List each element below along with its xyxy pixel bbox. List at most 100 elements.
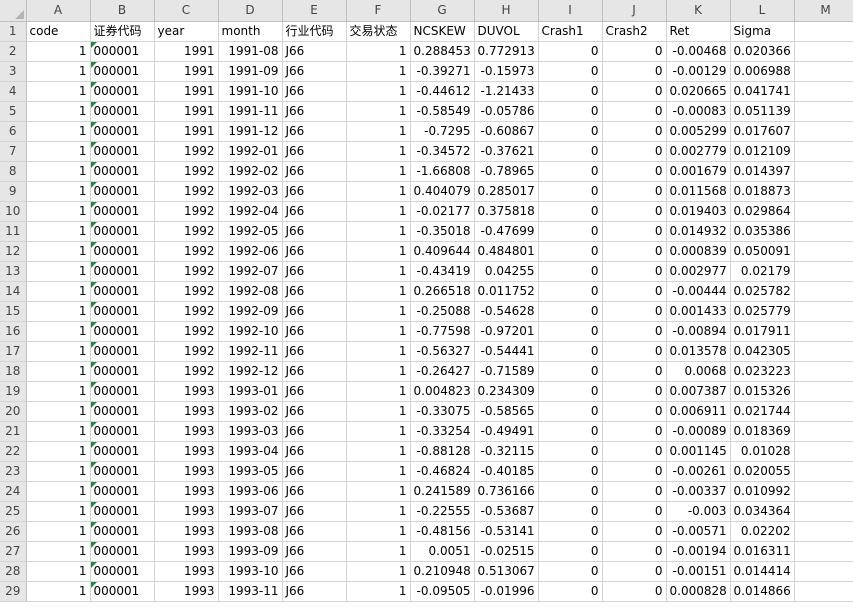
row-header[interactable]: 16 [0,321,27,342]
cell-trade-status[interactable]: 1 [346,61,411,82]
cell-sigma[interactable]: 0.02179 [730,261,795,282]
cell-sigma[interactable]: 0.012109 [730,141,795,162]
cell-duvol[interactable]: 0.772913 [474,41,539,62]
cell-ret[interactable]: -0.00444 [666,281,731,302]
cell-ncskew[interactable]: -0.39271 [410,61,475,82]
column-header-m[interactable]: M [794,0,853,22]
cell-ret[interactable]: -0.00261 [666,461,731,482]
cell-industry-code[interactable]: J66 [282,541,347,562]
cell-industry-code[interactable]: J66 [282,61,347,82]
cell-month[interactable]: 1993-09 [218,541,283,562]
cell-empty[interactable] [794,81,853,102]
cell-industry-code[interactable]: J66 [282,581,347,602]
cell-ncskew[interactable]: 0.241589 [410,481,475,502]
column-header-h[interactable]: H [474,0,539,22]
cell-code[interactable]: 1 [26,161,91,182]
cell-year[interactable]: 1991 [154,81,219,102]
cell-trade-status[interactable]: 1 [346,421,411,442]
cell-year[interactable]: 1992 [154,141,219,162]
cell-crash2[interactable]: 0 [602,461,667,482]
cell-crash2[interactable]: 0 [602,421,667,442]
cell-ncskew[interactable]: 0.0051 [410,541,475,562]
column-header-g[interactable]: G [410,0,475,22]
header-cell-month[interactable]: month [218,21,283,42]
column-header-b[interactable]: B [90,0,155,22]
cell-crash2[interactable]: 0 [602,261,667,282]
header-cell-crash1[interactable]: Crash1 [538,21,603,42]
cell-ncskew[interactable]: 0.210948 [410,561,475,582]
cell-security-code[interactable]: 000001 [90,461,155,482]
cell-trade-status[interactable]: 1 [346,521,411,542]
cell-sigma[interactable]: 0.023223 [730,361,795,382]
cell-year[interactable]: 1991 [154,41,219,62]
cell-trade-status[interactable]: 1 [346,221,411,242]
cell-month[interactable]: 1993-08 [218,521,283,542]
cell-crash1[interactable]: 0 [538,81,603,102]
cell-code[interactable]: 1 [26,261,91,282]
header-cell-ret[interactable]: Ret [666,21,731,42]
cell-crash2[interactable]: 0 [602,321,667,342]
cell-crash1[interactable]: 0 [538,141,603,162]
cell-month[interactable]: 1993-03 [218,421,283,442]
cell-crash1[interactable]: 0 [538,261,603,282]
cell-year[interactable]: 1992 [154,181,219,202]
row-header[interactable]: 1 [0,21,27,42]
column-header-c[interactable]: C [154,0,219,22]
cell-trade-status[interactable]: 1 [346,41,411,62]
cell-duvol[interactable]: -1.21433 [474,81,539,102]
cell-year[interactable]: 1993 [154,461,219,482]
cell-code[interactable]: 1 [26,121,91,142]
cell-crash1[interactable]: 0 [538,441,603,462]
cell-security-code[interactable]: 000001 [90,301,155,322]
cell-empty[interactable] [794,101,853,122]
cell-crash1[interactable]: 0 [538,341,603,362]
cell-duvol[interactable]: 0.513067 [474,561,539,582]
cell-trade-status[interactable]: 1 [346,261,411,282]
cell-trade-status[interactable]: 1 [346,101,411,122]
cell-empty[interactable] [794,501,853,522]
cell-trade-status[interactable]: 1 [346,201,411,222]
cell-security-code[interactable]: 000001 [90,161,155,182]
cell-crash2[interactable]: 0 [602,201,667,222]
cell-year[interactable]: 1992 [154,261,219,282]
cell-security-code[interactable]: 000001 [90,361,155,382]
cell-trade-status[interactable]: 1 [346,281,411,302]
cell-sigma[interactable]: 0.006988 [730,61,795,82]
cell-industry-code[interactable]: J66 [282,41,347,62]
cell-security-code[interactable]: 000001 [90,501,155,522]
cell-security-code[interactable]: 000001 [90,81,155,102]
cell-security-code[interactable]: 000001 [90,421,155,442]
cell-crash2[interactable]: 0 [602,221,667,242]
row-header[interactable]: 14 [0,281,27,302]
cell-sigma[interactable]: 0.02202 [730,521,795,542]
cell-month[interactable]: 1991-10 [218,81,283,102]
cell-ncskew[interactable]: -0.7295 [410,121,475,142]
cell-crash2[interactable]: 0 [602,401,667,422]
header-cell-duvol[interactable]: DUVOL [474,21,539,42]
cell-empty[interactable] [794,161,853,182]
row-header[interactable]: 20 [0,401,27,422]
row-header[interactable]: 3 [0,61,27,82]
cell-sigma[interactable]: 0.025782 [730,281,795,302]
cell-empty[interactable] [794,221,853,242]
cell-crash1[interactable]: 0 [538,501,603,522]
cell-ncskew[interactable]: 0.004823 [410,381,475,402]
row-header[interactable]: 21 [0,421,27,442]
cell-industry-code[interactable]: J66 [282,141,347,162]
cell-security-code[interactable]: 000001 [90,181,155,202]
cell-security-code[interactable]: 000001 [90,101,155,122]
cell-security-code[interactable]: 000001 [90,41,155,62]
cell-crash2[interactable]: 0 [602,181,667,202]
cell-crash1[interactable]: 0 [538,101,603,122]
cell-industry-code[interactable]: J66 [282,441,347,462]
cell-code[interactable]: 1 [26,321,91,342]
row-header[interactable]: 26 [0,521,27,542]
cell-ret[interactable]: 0.000839 [666,241,731,262]
row-header[interactable]: 18 [0,361,27,382]
cell-industry-code[interactable]: J66 [282,501,347,522]
cell-duvol[interactable]: 0.736166 [474,481,539,502]
cell-code[interactable]: 1 [26,381,91,402]
cell-empty[interactable] [794,381,853,402]
cell-security-code[interactable]: 000001 [90,201,155,222]
row-header[interactable]: 7 [0,141,27,162]
